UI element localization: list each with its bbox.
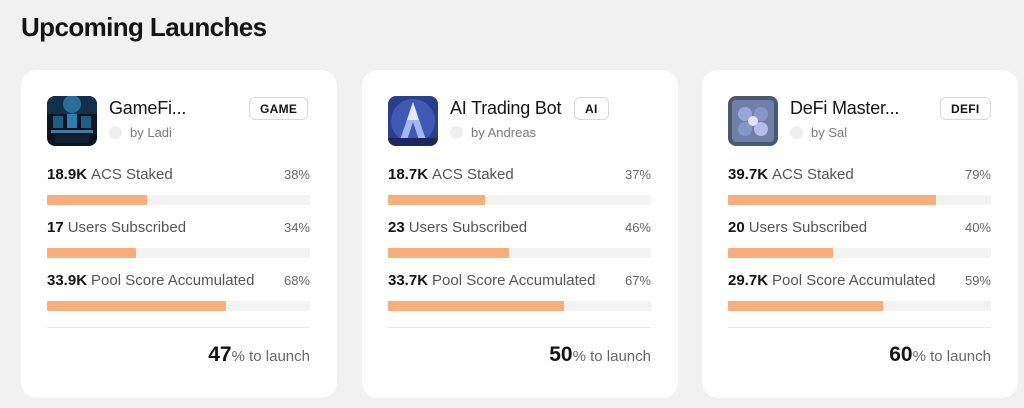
launch-percent: 50 [549,343,573,366]
launch-label: % to launch [912,348,991,365]
launch-card-ai-trading-bot[interactable]: AI Trading Bot AI by Andreas 18.7K ACS St… [362,70,678,398]
divider [728,327,991,328]
progress-track [728,195,991,205]
category-tag[interactable]: AI [574,97,609,120]
progress-fill [728,301,884,311]
progress-fill [388,195,486,205]
metric-pool-score: 29.7K Pool Score Accumulated 59% [728,272,991,311]
metric-users-subscribed: 23 Users Subscribed 46% [388,219,651,258]
progress-fill [47,248,137,258]
metric-percent: 67% [624,273,651,288]
author-avatar-icon [109,126,122,139]
card-title: GameFi... [109,98,187,118]
progress-fill [728,195,936,205]
progress-fill [388,301,565,311]
metric-label: Pool Score Accumulated [91,272,255,289]
metric-percent: 68% [283,273,310,288]
author-name: by Ladi [130,125,172,140]
metric-label: Users Subscribed [408,219,528,236]
launch-card-defi-master[interactable]: DeFi Master... DEFI by Sal 39.7K ACS Stak… [702,70,1018,398]
author: by Ladi [109,125,172,140]
launch-progress: 60% to launch [889,343,991,367]
card-title: DeFi Master... [790,98,900,118]
progress-fill [388,248,509,258]
launch-card-gamefi[interactable]: GameFi... GAME by Ladi 18.9K ACS Staked 3… [21,70,337,398]
metric-acs-staked: 39.7K ACS Staked 79% [728,166,991,205]
progress-track [388,301,651,311]
metric-value: 18.7K [388,166,429,183]
metric-label: Pool Score Accumulated [432,272,596,289]
metric-label: Users Subscribed [748,219,868,236]
category-tag[interactable]: DEFI [940,97,991,120]
metric-percent: 59% [964,273,991,288]
divider [388,327,651,328]
progress-track [47,195,310,205]
metric-acs-staked: 18.9K ACS Staked 38% [47,166,310,205]
metric-percent: 38% [283,167,310,182]
launch-progress: 50% to launch [549,343,651,367]
progress-track [47,248,310,258]
metric-percent: 40% [964,220,991,235]
metric-percent: 37% [624,167,651,182]
metric-value: 33.9K [47,272,88,289]
metric-label: ACS Staked [432,166,514,183]
progress-fill [47,301,226,311]
divider [47,327,310,328]
gamefi-thumbnail-icon [47,96,97,146]
metric-label: Users Subscribed [67,219,187,236]
metric-pool-score: 33.9K Pool Score Accumulated 68% [47,272,310,311]
launch-progress: 47% to launch [208,343,310,367]
progress-track [728,248,991,258]
progress-track [728,301,991,311]
progress-fill [47,195,147,205]
launch-percent: 60 [889,343,913,366]
launch-cards: GameFi... GAME by Ladi 18.9K ACS Staked 3… [0,0,1024,408]
metric-value: 20 [728,219,745,236]
metric-pool-score: 33.7K Pool Score Accumulated 67% [388,272,651,311]
metric-percent: 79% [964,167,991,182]
metric-value: 39.7K [728,166,769,183]
author-name: by Andreas [471,125,537,140]
category-tag[interactable]: GAME [249,97,309,120]
author: by Andreas [450,125,536,140]
author-avatar-icon [790,126,803,139]
progress-track [388,248,651,258]
metric-percent: 46% [624,220,651,235]
metric-value: 33.7K [388,272,429,289]
metric-label: ACS Staked [91,166,173,183]
metric-users-subscribed: 20 Users Subscribed 40% [728,219,991,258]
progress-track [388,195,651,205]
card-title: AI Trading Bot [450,98,562,118]
launch-label: % to launch [231,348,310,365]
ai-trading-bot-thumbnail-icon [388,96,438,146]
metric-users-subscribed: 17 Users Subscribed 34% [47,219,310,258]
author: by Sal [790,125,847,140]
metric-value: 18.9K [47,166,88,183]
author-name: by Sal [811,125,848,140]
metric-value: 23 [388,219,405,236]
metric-value: 17 [47,219,64,236]
metric-label: ACS Staked [772,166,854,183]
metric-percent: 34% [283,220,310,235]
launch-percent: 47 [208,343,232,366]
metric-acs-staked: 18.7K ACS Staked 37% [388,166,651,205]
author-avatar-icon [450,126,463,139]
defi-master-thumbnail-icon [728,96,778,146]
progress-fill [728,248,834,258]
launch-label: % to launch [572,348,651,365]
progress-track [47,301,310,311]
metric-label: Pool Score Accumulated [772,272,936,289]
metric-value: 29.7K [728,272,769,289]
